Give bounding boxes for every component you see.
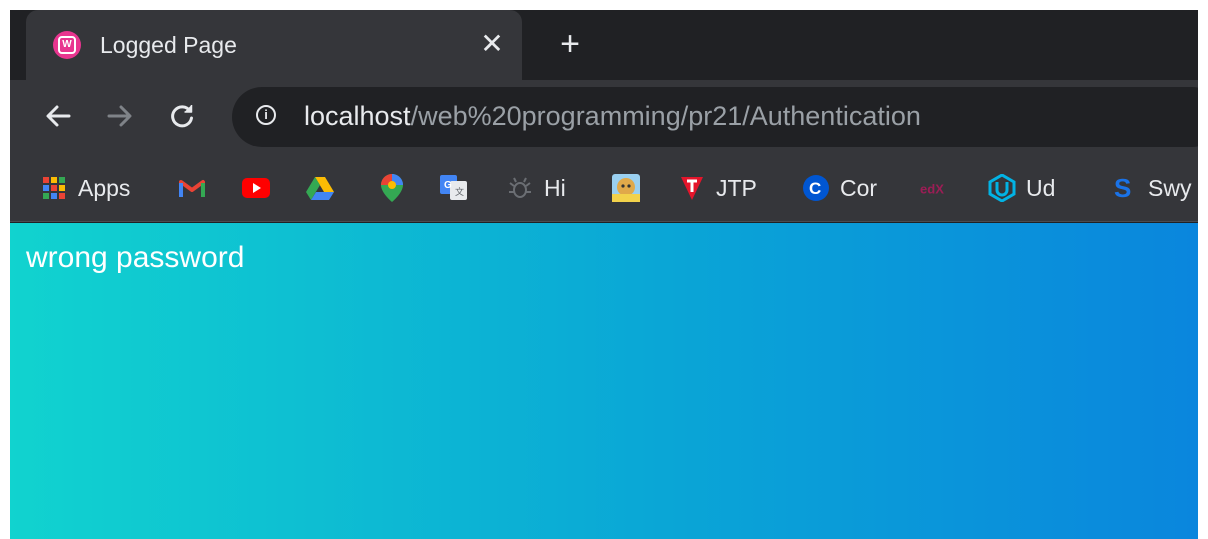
- bookmark-avatar[interactable]: [612, 173, 640, 203]
- bookmark-jtp[interactable]: JTP: [678, 173, 757, 203]
- error-message: wrong password: [26, 241, 245, 274]
- info-icon[interactable]: i: [256, 105, 276, 125]
- bookmark-label: Cor: [840, 174, 878, 201]
- forward-button[interactable]: [102, 98, 138, 134]
- bookmark-google-drive[interactable]: [306, 173, 334, 203]
- address-bar[interactable]: i localhost/web%20programming/pr21/Authe…: [232, 87, 1198, 147]
- coursera-logo-icon: C: [802, 174, 830, 202]
- bookmark-label: Apps: [78, 174, 131, 201]
- edx-logo-icon: edX: [920, 174, 948, 202]
- arrow-right-icon: [107, 105, 132, 127]
- udacity-logo-icon: [988, 174, 1016, 202]
- bookmark-edx[interactable]: edX: [920, 173, 948, 203]
- url-text[interactable]: localhost/web%20programming/pr21/Authent…: [304, 101, 921, 132]
- javatpoint-logo-icon: [678, 174, 706, 202]
- bookmark-label: Ud: [1026, 174, 1056, 201]
- cartoon-avatar-icon: [612, 174, 640, 202]
- url-host: localhost: [304, 101, 411, 131]
- browser-window: W Logged Page ✕ + i localhost/web%20prog…: [10, 10, 1198, 539]
- bookmark-udacity[interactable]: Ud: [988, 173, 1055, 203]
- tab-title: Logged Page: [100, 32, 237, 58]
- bookmark-google-maps[interactable]: [378, 173, 406, 203]
- map-pin-icon: [378, 174, 406, 202]
- close-icon[interactable]: ✕: [478, 30, 506, 58]
- back-button[interactable]: [40, 98, 76, 134]
- page-content: wrong password: [10, 223, 1198, 539]
- bookmark-label: Hi: [544, 174, 566, 201]
- bookmark-swayam[interactable]: S Swy: [1110, 173, 1191, 203]
- bookmark-youtube[interactable]: [242, 173, 270, 203]
- bookmark-label: JTP: [716, 174, 757, 201]
- svg-text:C: C: [809, 179, 821, 198]
- new-tab-button[interactable]: +: [553, 27, 587, 62]
- google-drive-icon: [306, 174, 334, 202]
- swayam-logo-icon: S: [1110, 174, 1138, 202]
- svg-text:G: G: [444, 180, 452, 191]
- reload-button[interactable]: [164, 98, 200, 134]
- wamp-favicon-icon: W: [53, 31, 81, 59]
- reload-icon: [171, 105, 193, 128]
- toolbar: i localhost/web%20programming/pr21/Authe…: [10, 80, 1198, 156]
- bookmarks-bar: Apps G 文 Hi JTP C Cor edX Ud S Swy: [10, 156, 1198, 222]
- svg-text:S: S: [1114, 174, 1131, 202]
- favicon-letter: W: [58, 36, 76, 54]
- youtube-icon: [242, 174, 270, 202]
- bookmark-gmail[interactable]: [178, 173, 206, 203]
- arrow-left-icon: [46, 105, 71, 127]
- svg-text:文: 文: [455, 186, 464, 197]
- gmail-icon: [178, 174, 206, 202]
- tab-logged-page[interactable]: W Logged Page ✕: [26, 10, 522, 80]
- bookmark-apps[interactable]: Apps: [40, 173, 130, 203]
- bookmark-label: Swy: [1148, 174, 1192, 201]
- url-path: /web%20programming/pr21/Authentication: [410, 101, 921, 131]
- bookmark-hi[interactable]: Hi: [506, 173, 566, 203]
- svg-text:edX: edX: [920, 182, 944, 197]
- tab-strip: W Logged Page ✕ +: [10, 10, 1198, 80]
- apps-grid-icon: [40, 174, 68, 202]
- translate-icon: G 文: [440, 174, 468, 202]
- bug-icon: [506, 174, 534, 202]
- bookmark-google-translate[interactable]: G 文: [440, 173, 468, 203]
- bookmark-coursera[interactable]: C Cor: [802, 173, 877, 203]
